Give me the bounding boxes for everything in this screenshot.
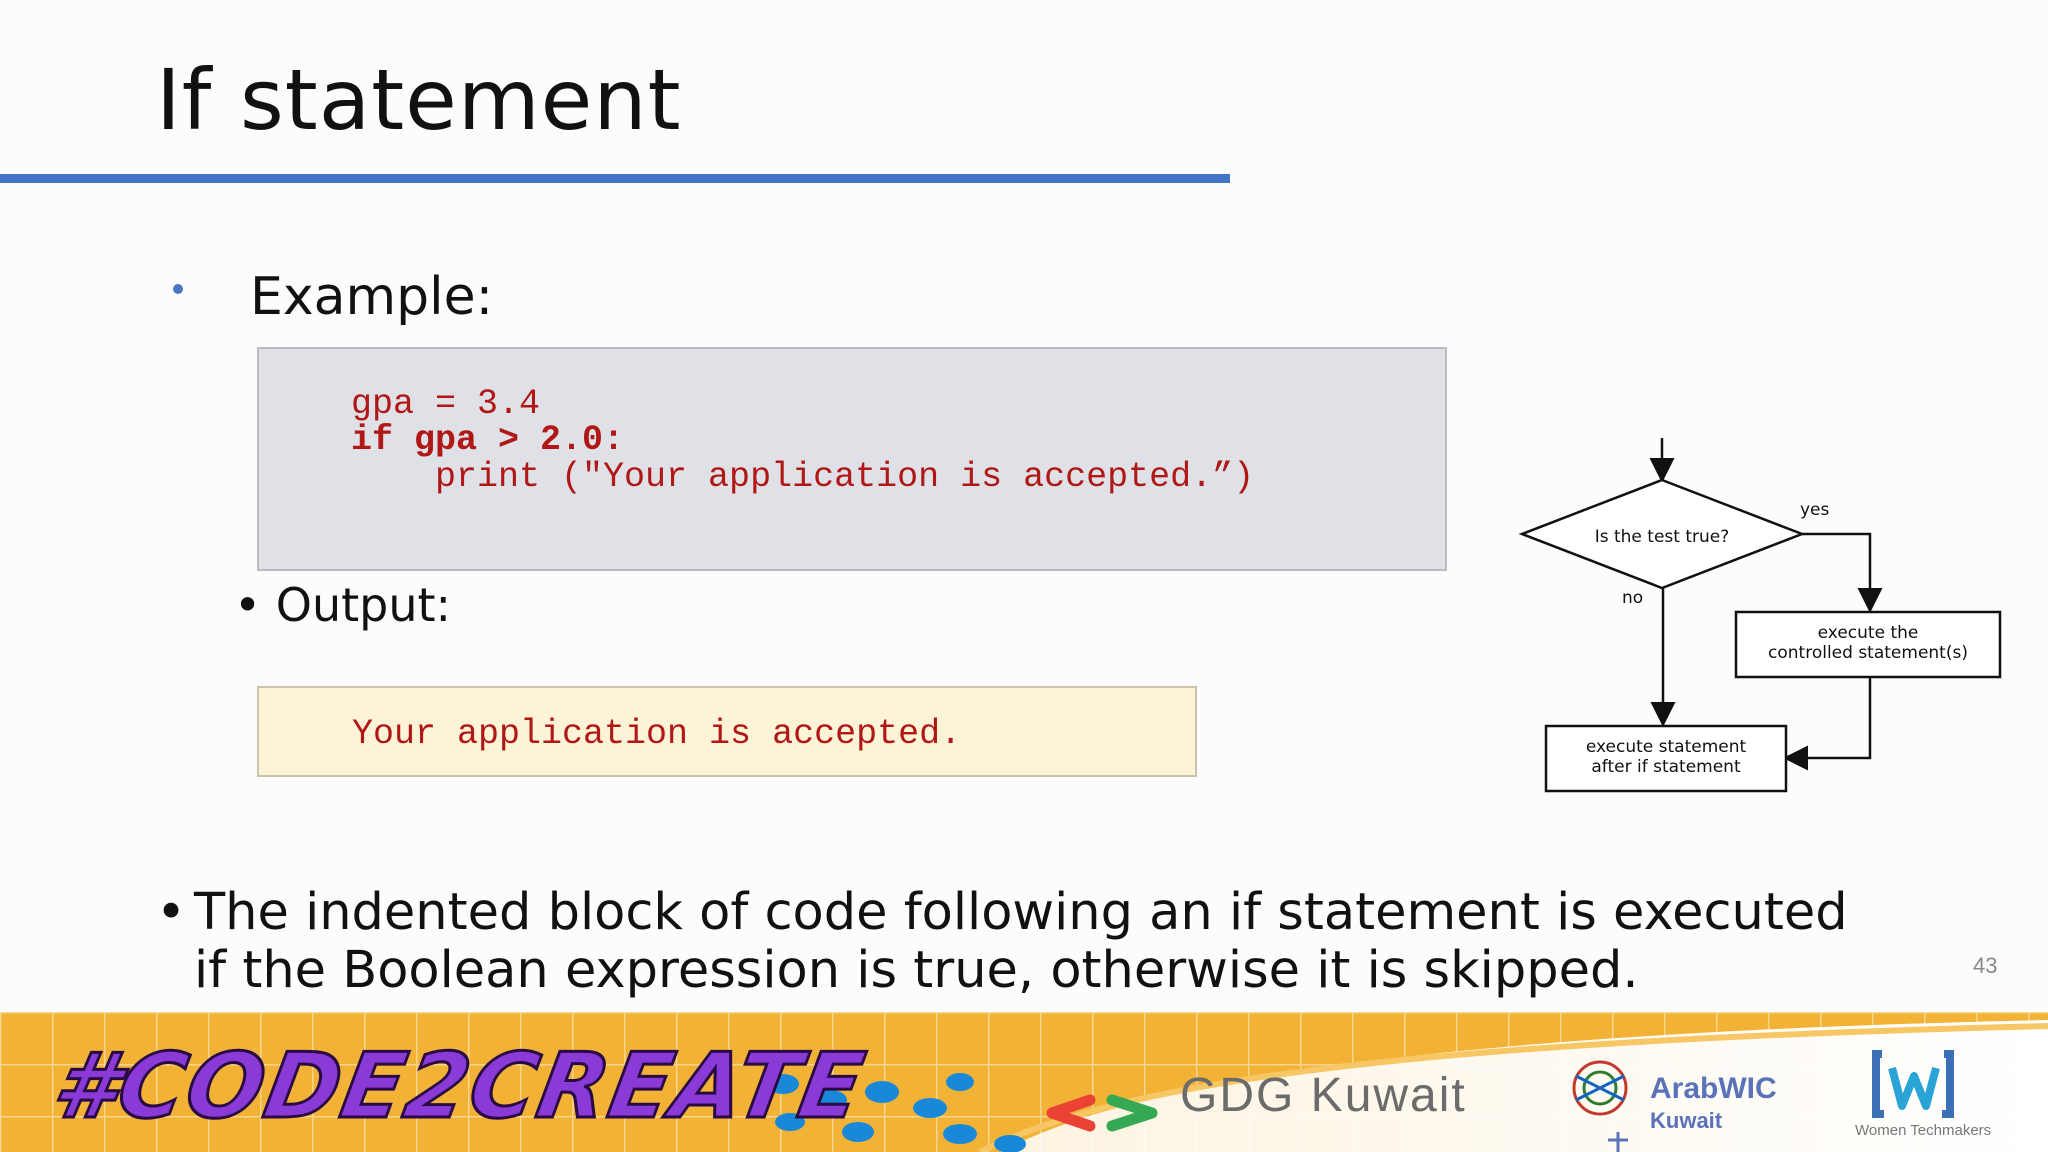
page-number: 43 (1973, 953, 1998, 978)
output-text: Your application is accepted. (352, 714, 962, 754)
output-block: Your application is accepted. (257, 686, 1197, 777)
yes-arrow (1802, 532, 1883, 613)
explanation-text: The indented block of code following an … (194, 883, 1848, 1000)
code-block: gpa = 3.4 if gpa > 2.0: print ("Your app… (257, 347, 1447, 571)
if-flowchart: Is the test true? yes no execute the con… (1518, 438, 2002, 793)
controlled-text-2: controlled statement(s) (1768, 643, 1968, 663)
output-heading: • Output: (234, 578, 452, 632)
bullet-dot (173, 284, 183, 294)
gdg-kuwait-logo: GDG Kuwait (1180, 1069, 1467, 1122)
example-label: Example: (250, 267, 494, 327)
bullet-dot: • (156, 883, 187, 942)
decision-text: Is the test true? (1595, 527, 1730, 547)
controlled-text-1: execute the (1818, 623, 1919, 643)
slide-title: If statement (156, 51, 682, 149)
no-label: no (1622, 588, 1643, 608)
code-line-2: if gpa > 2.0: (351, 420, 625, 460)
yes-label: yes (1800, 500, 1830, 520)
event-banner: #CODE2CREATE GDG Kuwait ArabWIC Kuwait W… (0, 1012, 2048, 1152)
women-techmakers-logo: Women Techmakers (1855, 1122, 1992, 1139)
code2create-logo: #CODE2CREATE (44, 1033, 874, 1141)
after-text-1: execute statement (1586, 737, 1747, 757)
code-line-1: gpa = 3.4 (351, 384, 541, 424)
output-label: Output: (275, 578, 452, 632)
arabwic-subtitle: Kuwait (1650, 1108, 1723, 1133)
return-arrow (1783, 677, 1872, 771)
code-line-3: print ("Your application is accepted.”) (351, 457, 1255, 497)
after-text-2: after if statement (1591, 757, 1741, 777)
arabwic-logo: ArabWIC (1650, 1072, 1777, 1105)
title-underline (0, 174, 1230, 183)
explanation-bullet: • The indented block of code following a… (156, 884, 1856, 1000)
